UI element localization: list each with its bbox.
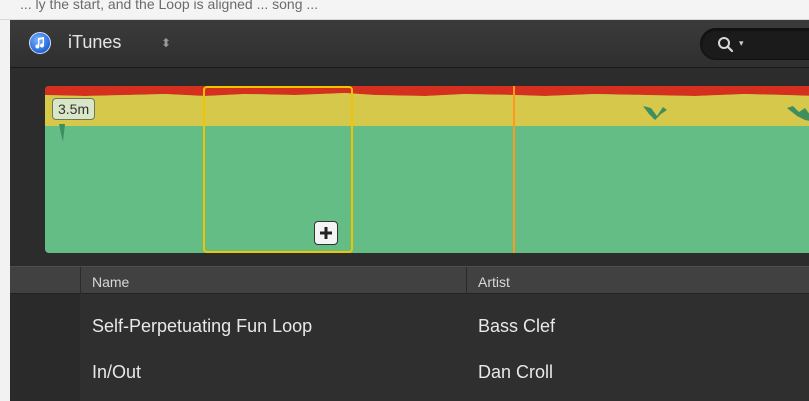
itunes-window: iTunes ⬍ ▾ 3.5m Name Artist Self-Perpetu… — [10, 20, 809, 401]
plus-icon — [320, 227, 332, 239]
cell-artist: Dan Croll — [478, 362, 554, 382]
waveform-view[interactable]: 3.5m — [45, 86, 809, 253]
waveform-graphic — [45, 86, 809, 253]
app-title[interactable]: iTunes — [68, 32, 121, 53]
search-field[interactable]: ▾ — [700, 28, 809, 60]
cell-name: In/Out — [92, 362, 142, 382]
titlebar: iTunes ⬍ ▾ — [10, 20, 809, 68]
music-note-icon — [35, 37, 45, 49]
duration-badge: 3.5m — [52, 98, 96, 120]
top-strip-text: ... ly the start, and the Loop is aligne… — [20, 0, 319, 12]
table-row[interactable]: In/Out Dan Croll — [80, 352, 809, 392]
app-switcher-arrows-icon[interactable]: ⬍ — [161, 36, 171, 50]
row-gutter — [10, 294, 80, 401]
loop-selection[interactable] — [203, 86, 353, 253]
table-header: Name Artist — [10, 266, 809, 295]
add-loop-button[interactable] — [314, 221, 338, 245]
gutter-divider — [80, 267, 81, 295]
column-header-artist[interactable]: Artist — [478, 274, 510, 290]
search-icon — [718, 37, 734, 53]
table-row[interactable]: Self-Perpetuating Fun Loop Bass Clef — [80, 306, 809, 346]
song-list: Self-Perpetuating Fun Loop Bass Clef In/… — [10, 294, 809, 401]
top-strip: ... ly the start, and the Loop is aligne… — [0, 0, 809, 20]
itunes-icon[interactable] — [29, 32, 51, 54]
cell-artist: Bass Clef — [478, 316, 556, 336]
search-options-caret-icon[interactable]: ▾ — [739, 38, 744, 49]
wave-peak-yellow — [45, 93, 809, 126]
column-header-name[interactable]: Name — [92, 274, 129, 290]
column-divider[interactable] — [466, 267, 467, 295]
playhead[interactable] — [513, 86, 515, 253]
cell-name: Self-Perpetuating Fun Loop — [92, 316, 313, 336]
